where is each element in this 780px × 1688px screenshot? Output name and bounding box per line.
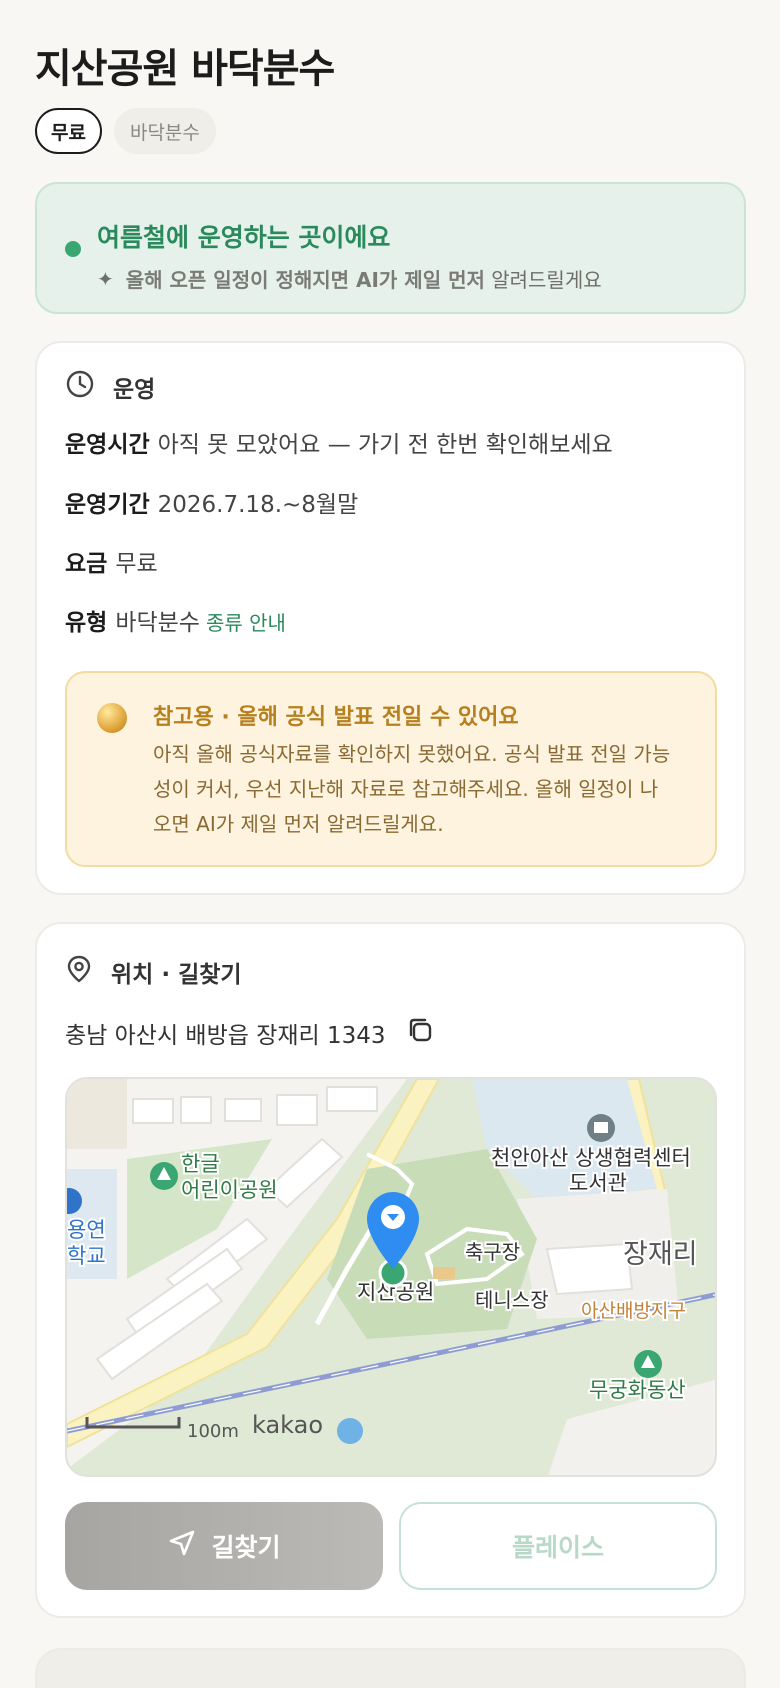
map-label-field: 축구장 bbox=[465, 1240, 520, 1264]
map-brand-label: kakao bbox=[252, 1411, 323, 1439]
map-canvas[interactable]: 한글 어린이공원 용연 학교 천안아산 상생협력센터 도서관 축구장 테니스장 … bbox=[67, 1079, 717, 1477]
operation-title: 운영 bbox=[113, 377, 156, 403]
row-type: 유형 바닥분수 종류 안내 bbox=[65, 603, 286, 637]
map-label-district: 장재리 bbox=[623, 1239, 698, 1270]
row-period: 운영기간 2026.7.18.~8월말 bbox=[65, 485, 358, 519]
map-label-hill: 무궁화동산 bbox=[589, 1378, 686, 1402]
directions-button[interactable]: 길찾기 bbox=[65, 1502, 383, 1590]
copy-icon[interactable] bbox=[406, 1016, 434, 1050]
map-label-center2: 도서관 bbox=[569, 1171, 627, 1195]
directions-label: 길찾기 bbox=[211, 1533, 281, 1562]
season-sub-bold: 올해 오픈 일정이 정해지면 AI가 제일 먼저 bbox=[125, 268, 485, 292]
season-sub-rest: 알려드릴게요 bbox=[491, 268, 602, 292]
season-headline: 여름철에 운영하는 곳이에요 bbox=[97, 223, 391, 252]
navigation-arrow-icon bbox=[167, 1528, 197, 1564]
map-scale-label: 100m bbox=[187, 1421, 239, 1442]
map-label-tennis: 테니스장 bbox=[475, 1288, 549, 1312]
map-view[interactable]: 한글 어린이공원 용연 학교 천안아산 상생협력센터 도서관 축구장 테니스장 … bbox=[65, 1077, 717, 1477]
notice-body: 아직 올해 공식자료를 확인하지 못했어요. 공식 발표 전일 가능성이 커서,… bbox=[153, 742, 671, 836]
season-subline: ✦ 올해 오픈 일정이 정해지면 AI가 제일 먼저 알려드릴게요 bbox=[97, 264, 602, 293]
row-period-value: 2026.7.18.~8월말 bbox=[157, 492, 359, 518]
season-banner: 여름철에 운영하는 곳이에요 ✦ 올해 오픈 일정이 정해지면 AI가 제일 먼… bbox=[35, 182, 746, 314]
row-type-label: 유형 bbox=[65, 610, 108, 636]
row-fee-label: 요금 bbox=[65, 551, 108, 577]
location-card: 위치 · 길찾기 충남 아산시 배방읍 장재리 1343 한글 어린이공원 용연… bbox=[35, 922, 746, 1618]
operation-header: 운영 bbox=[65, 369, 155, 405]
map-label-school1: 용연 bbox=[67, 1218, 106, 1242]
places-button[interactable]: 플레이스 bbox=[399, 1502, 717, 1590]
row-hours: 운영시간 아직 못 모았어요 — 가기 전 한번 확인해보세요 bbox=[65, 425, 613, 459]
notice-title: 참고용 · 올해 공식 발표 전일 수 있어요 bbox=[153, 705, 519, 730]
sparkle-icon: ✦ bbox=[97, 266, 114, 291]
row-hours-value: 아직 못 모았어요 — 가기 전 한번 확인해보세요 bbox=[157, 432, 613, 458]
map-label-park1: 한글 bbox=[181, 1152, 220, 1176]
map-label-school2: 학교 bbox=[67, 1244, 106, 1268]
reference-notice: 참고용 · 올해 공식 발표 전일 수 있어요 아직 올해 공식자료를 확인하지… bbox=[65, 671, 717, 867]
places-label: 플레이스 bbox=[511, 1533, 604, 1562]
clock-icon bbox=[65, 369, 95, 405]
next-card-peek bbox=[35, 1648, 746, 1688]
tag-category[interactable]: 바닥분수 bbox=[113, 108, 216, 154]
tag-list: 무료 바닥분수 bbox=[35, 108, 216, 154]
map-label-park1b: 어린이공원 bbox=[181, 1178, 278, 1202]
row-fee-value: 무료 bbox=[115, 551, 158, 577]
row-type-value: 바닥분수 bbox=[115, 610, 200, 636]
coin-icon bbox=[97, 703, 127, 733]
page-title: 지산공원 바닥분수 bbox=[35, 46, 335, 92]
row-period-label: 운영기간 bbox=[65, 492, 150, 518]
type-guide-link[interactable]: 종류 안내 bbox=[206, 611, 286, 635]
location-pin-icon bbox=[65, 954, 93, 990]
tag-free[interactable]: 무료 bbox=[35, 108, 102, 154]
address-row: 충남 아산시 배방읍 장재리 1343 bbox=[65, 1016, 434, 1050]
row-hours-label: 운영시간 bbox=[65, 432, 150, 458]
location-header: 위치 · 길찾기 bbox=[65, 954, 242, 990]
location-title: 위치 · 길찾기 bbox=[111, 962, 242, 988]
row-fee: 요금 무료 bbox=[65, 544, 158, 578]
address-text: 충남 아산시 배방읍 장재리 1343 bbox=[65, 1023, 386, 1049]
map-label-center1: 천안아산 상생협력센터 bbox=[491, 1146, 691, 1170]
status-dot-icon bbox=[65, 241, 81, 257]
action-buttons: 길찾기 플레이스 bbox=[65, 1502, 717, 1590]
operation-card: 운영 운영시간 아직 못 모았어요 — 가기 전 한번 확인해보세요 운영기간 20… bbox=[35, 341, 746, 895]
map-label-district2: 아산배방지구 bbox=[581, 1300, 686, 1322]
